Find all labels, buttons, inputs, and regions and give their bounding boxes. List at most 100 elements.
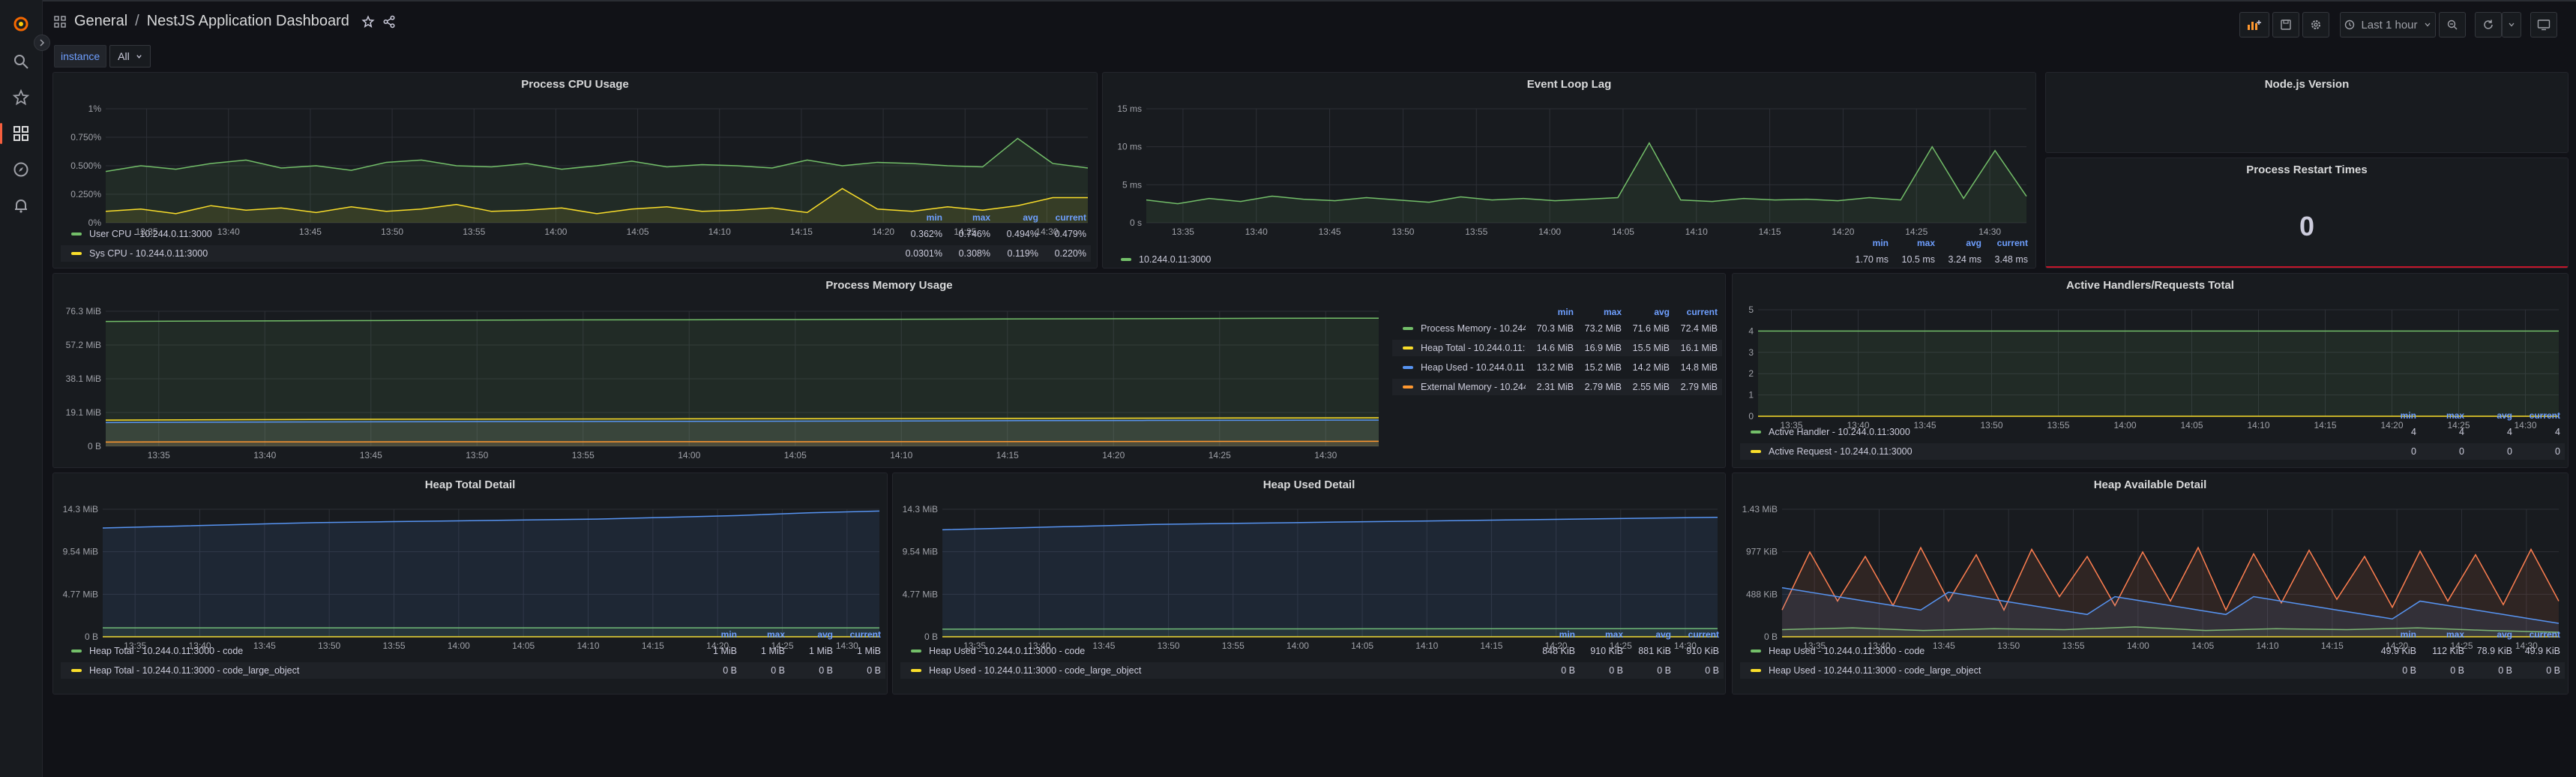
legend-header-max: max bbox=[1916, 238, 1935, 248]
panel-process-cpu-usage[interactable]: Process CPU Usage 0% 0.250% 0.500% 0.750% 1%… bbox=[52, 72, 1098, 268]
x-tick-label: 14:05 bbox=[784, 450, 807, 460]
y-tick-label: 0 B bbox=[924, 632, 938, 642]
y-tick-label: 19.1 MiB bbox=[66, 407, 101, 418]
legend-color-swatch bbox=[71, 232, 82, 236]
legend-series-name: External Memory - 10.244.0.11:3000 bbox=[1421, 382, 1526, 392]
legend-series-name: Heap Total - 10.244.0.11:3000 - code_lar… bbox=[89, 665, 300, 676]
legend-color-swatch bbox=[911, 650, 921, 652]
legend-series-name: Heap Used - 10.244.0.11:3000 - code_larg… bbox=[929, 665, 1142, 676]
explore-compass-icon[interactable] bbox=[10, 159, 31, 180]
gear-icon bbox=[2311, 20, 2320, 29]
series-line-3[interactable] bbox=[105, 440, 1379, 443]
legend-row[interactable]: 10.244.0.11:3000 1.70 ms 10.5 ms 3.24 ms 3.4… bbox=[1110, 251, 2032, 268]
grafana-logo-icon[interactable] bbox=[10, 14, 31, 34]
legend-row[interactable]: User CPU - 10.244.0.11:3000 0.362% 0.746% 0… bbox=[61, 226, 1091, 242]
legend-avg-value: 0 B bbox=[1657, 665, 1671, 676]
legend-row[interactable]: Heap Used - 10.244.0.11:3000 13.2 MiB 15.2… bbox=[1392, 359, 1722, 376]
legend-row[interactable]: Heap Total - 10.244.0.11:3000 - code_lar… bbox=[61, 662, 885, 679]
legend-avg-value: 0.119% bbox=[1007, 248, 1038, 259]
legend-current-value: 72.4 MiB bbox=[1680, 323, 1718, 334]
legend-color-swatch bbox=[71, 650, 82, 652]
y-tick-label: 9.54 MiB bbox=[63, 547, 98, 557]
legend-row[interactable]: Heap Used - 10.244.0.11:3000 - code_larg… bbox=[900, 662, 1724, 679]
panel-nodejs-version[interactable]: Node.js Version bbox=[2045, 72, 2569, 153]
legend-header-avg: avg bbox=[2497, 410, 2512, 421]
sidebar bbox=[0, 0, 50, 777]
variable-instance-select[interactable]: All bbox=[109, 45, 151, 68]
legend-max-value: 1 MiB bbox=[761, 646, 785, 656]
legend-min-value: 49.9 KiB bbox=[2380, 646, 2416, 656]
legend-row[interactable]: Heap Total - 10.244.0.11:3000 - code 1 Mi… bbox=[61, 643, 885, 659]
legend-header-min: min bbox=[1557, 307, 1574, 317]
y-tick-label: 0 B bbox=[1764, 632, 1778, 642]
panel-event-loop-lag[interactable]: Event Loop Lag 0 s 5 ms 10 ms 15 ms 13:35 13:… bbox=[1102, 72, 2036, 268]
legend-min-value: 0.0301% bbox=[905, 248, 942, 259]
legend-row[interactable]: Heap Used - 10.244.0.11:3000 - code 49.9 … bbox=[1740, 643, 2565, 659]
chevron-down-icon bbox=[136, 55, 142, 58]
x-tick-label: 13:55 bbox=[1465, 226, 1487, 237]
panel-heap-total-detail[interactable]: Heap Total Detail 0 B 4.77 MiB 9.54 MiB 14.… bbox=[52, 472, 888, 694]
save-dashboard-button[interactable] bbox=[2272, 12, 2299, 38]
share-icon[interactable] bbox=[382, 15, 396, 28]
legend-max-value: 15.2 MiB bbox=[1584, 362, 1622, 373]
y-tick-label: 0 B bbox=[85, 632, 98, 642]
legend-avg-value: 1 MiB bbox=[809, 646, 833, 656]
legend-min-value: 4 bbox=[2411, 427, 2416, 437]
legend-row[interactable]: Process Memory - 10.244.0.11:3000 70.3 Mi… bbox=[1392, 320, 1722, 337]
panel-heap-used-detail[interactable]: Heap Used Detail 0 B 4.77 MiB 9.54 MiB 14.3… bbox=[892, 472, 1726, 694]
legend-series-name: Heap Used - 10.244.0.11:3000 - code bbox=[1769, 646, 1925, 656]
x-tick-label: 14:10 bbox=[1685, 226, 1708, 237]
panel-active-handlers-requests[interactable]: Active Handlers/Requests Total 0 1 2 3 4 5 13:… bbox=[1732, 273, 2569, 468]
legend-current-value: 16.1 MiB bbox=[1680, 343, 1718, 353]
legend-avg-value: 0.494% bbox=[1006, 229, 1038, 239]
refresh-interval-dropdown[interactable] bbox=[2502, 12, 2521, 38]
legend-row[interactable]: Sys CPU - 10.244.0.11:3000 0.0301% 0.308% 0… bbox=[61, 245, 1091, 262]
star-icon[interactable] bbox=[10, 87, 31, 108]
chart-svg[interactable]: 0 s 5 ms 10 ms 15 ms 13:35 13:40 13:45 13:50 13:… bbox=[1110, 103, 2032, 242]
legend-header-min: min bbox=[720, 629, 737, 640]
favorite-star-icon[interactable] bbox=[361, 14, 375, 28]
x-tick-label: 13:40 bbox=[1245, 226, 1268, 237]
legend-row[interactable]: Heap Used - 10.244.0.11:3000 - code 848 K… bbox=[900, 643, 1724, 659]
legend-header: min max avg current bbox=[1526, 307, 1718, 317]
legend-current-value: 0 bbox=[2555, 446, 2560, 457]
zoom-out-button[interactable] bbox=[2439, 12, 2466, 38]
add-panel-button[interactable] bbox=[2239, 12, 2269, 38]
chevron-down-icon bbox=[2509, 22, 2515, 27]
legend-row[interactable]: Active Request - 10.244.0.11:3000 0 0 0 0 bbox=[1740, 443, 2565, 460]
series-line-0[interactable] bbox=[1146, 142, 2027, 205]
panel-process-memory-usage[interactable]: Process Memory Usage 0 B 19.1 MiB 38.1 MiB… bbox=[52, 273, 1726, 468]
legend-current-value: 4 bbox=[2555, 427, 2560, 437]
legend-current-value: 2.79 MiB bbox=[1680, 382, 1718, 392]
panel-process-restart-times[interactable]: Process Restart Times 0 bbox=[2045, 158, 2569, 268]
legend-color-swatch bbox=[71, 669, 82, 672]
y-tick-label: 977 KiB bbox=[1746, 547, 1778, 557]
time-range-picker[interactable]: Last 1 hour bbox=[2340, 12, 2436, 38]
alerting-bell-icon[interactable] bbox=[10, 195, 31, 216]
legend-current-value: 14.8 MiB bbox=[1680, 362, 1718, 373]
legend-color-swatch bbox=[1751, 430, 1761, 434]
legend-min-value: 0 bbox=[2411, 446, 2416, 457]
search-icon[interactable] bbox=[10, 51, 31, 72]
legend-row[interactable]: Heap Used - 10.244.0.11:3000 - code_larg… bbox=[1740, 662, 2565, 679]
legend-row[interactable]: Heap Total - 10.244.0.11:3000 14.6 MiB 16.… bbox=[1392, 340, 1722, 356]
panel-title: Process Memory Usage bbox=[825, 279, 953, 292]
legend-header-avg: avg bbox=[2497, 629, 2512, 640]
refresh-button[interactable] bbox=[2475, 12, 2502, 38]
view-mode-button[interactable] bbox=[2530, 12, 2557, 38]
legend-row[interactable]: Active Handler - 10.244.0.11:3000 4 4 4 4 bbox=[1740, 424, 2565, 440]
legend-row[interactable]: External Memory - 10.244.0.11:3000 2.31 M… bbox=[1392, 379, 1722, 395]
dashboard-settings-button[interactable] bbox=[2302, 12, 2329, 38]
breadcrumb-folder-link[interactable]: General bbox=[74, 13, 127, 30]
chart-svg[interactable]: 0 B 19.1 MiB 38.1 MiB 57.2 MiB 76.3 MiB 13:35… bbox=[61, 304, 1385, 465]
legend-min-value: 13.2 MiB bbox=[1536, 362, 1574, 373]
panel-heap-available-detail[interactable]: Heap Available Detail 0 B 488 KiB 977 KiB 1… bbox=[1732, 472, 2569, 694]
y-tick-label: 3 bbox=[1748, 347, 1754, 358]
legend-color-swatch bbox=[1403, 386, 1413, 388]
dashboards-icon[interactable] bbox=[10, 123, 31, 144]
legend-series-name: Process Memory - 10.244.0.11:3000 bbox=[1421, 323, 1526, 334]
legend-current-value: 1 MiB bbox=[857, 646, 881, 656]
clock-icon bbox=[2345, 20, 2355, 30]
legend-avg-value: 14.2 MiB bbox=[1632, 362, 1670, 373]
legend-min-value: 2.31 MiB bbox=[1536, 382, 1574, 392]
